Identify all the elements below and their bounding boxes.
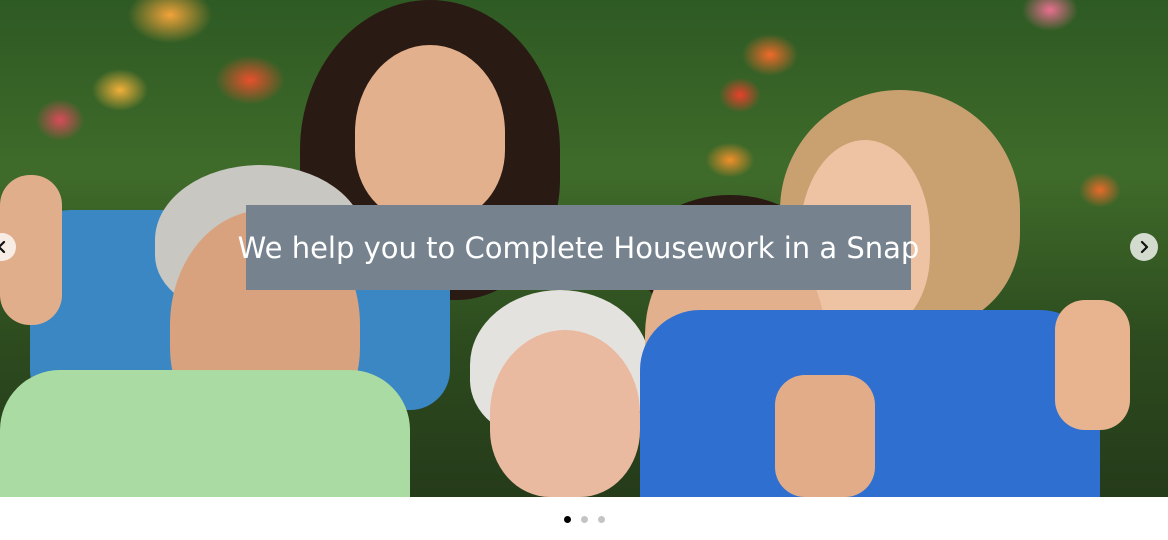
slider-dot-2[interactable] (580, 516, 588, 523)
slider-pagination (0, 516, 1168, 524)
slide-caption-box: We help you to Complete Housework in a S… (238, 205, 919, 290)
slide-caption: We help you to Complete Housework in a S… (237, 230, 920, 265)
hero-slider: We help you to Complete Housework in a S… (0, 0, 1168, 540)
photo-figure (1055, 300, 1130, 430)
slider-dot-3[interactable] (597, 516, 605, 523)
photo-figure (775, 375, 875, 497)
photo-figure (355, 45, 505, 220)
chevron-right-icon (1137, 240, 1151, 254)
slider-next-button[interactable] (1130, 233, 1158, 261)
photo-figure (0, 370, 410, 497)
chevron-left-icon (0, 240, 9, 254)
photo-figure (490, 330, 640, 497)
slider-dot-1[interactable] (563, 516, 571, 523)
